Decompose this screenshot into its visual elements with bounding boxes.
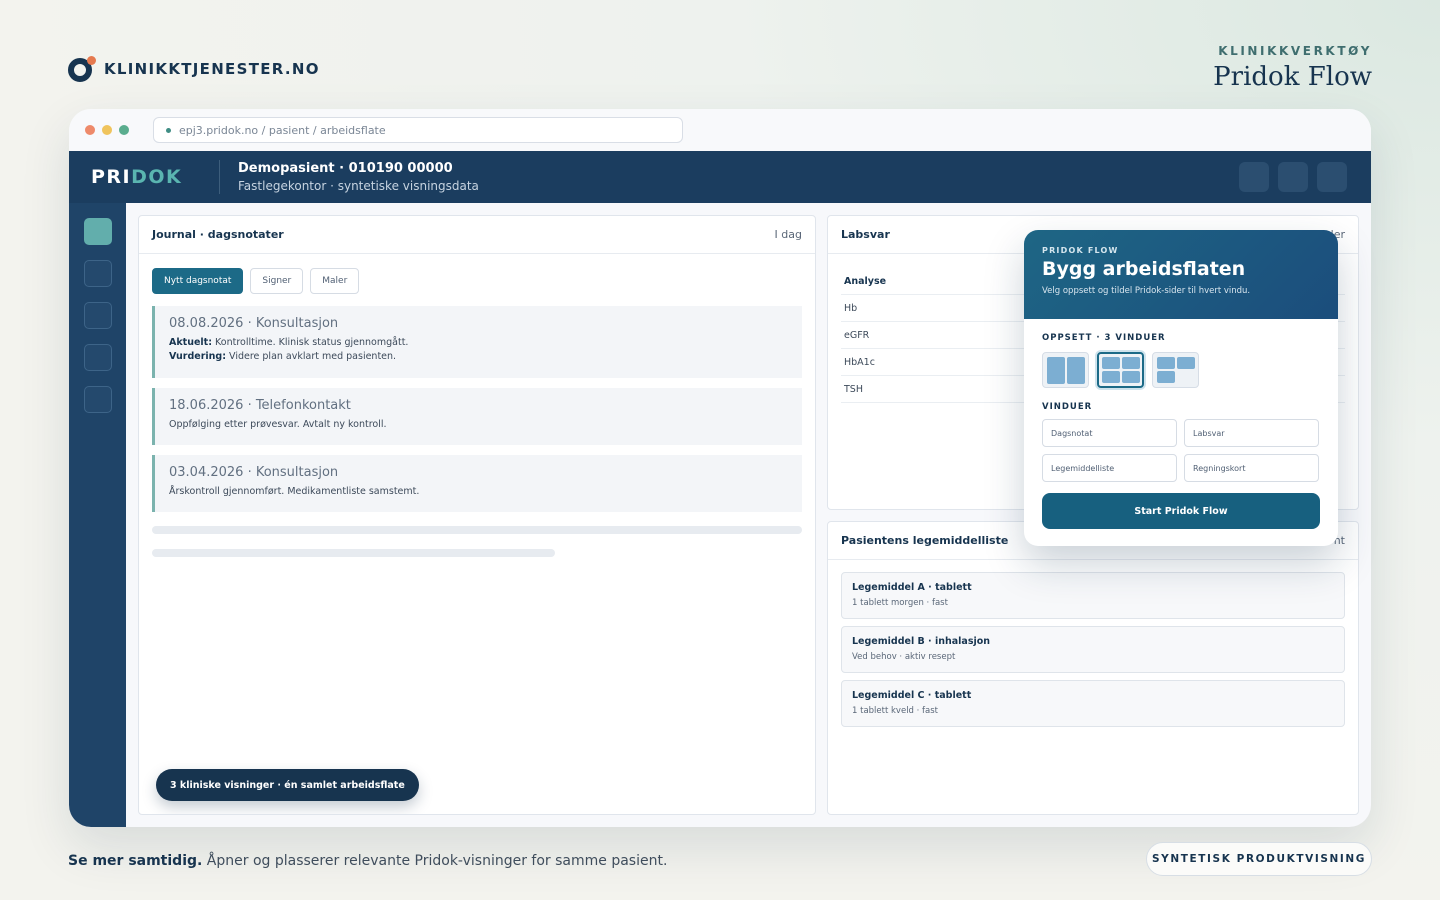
note-title: 08.08.2026 · Konsultasjon — [169, 316, 339, 331]
patient-info: Demopasient · 010190 00000 Fastlegekonto… — [238, 161, 479, 193]
medication-item[interactable]: Legemiddel B · inhalasjon Ved behov · ak… — [841, 626, 1345, 673]
dialog-subtitle: Velg oppsett og tildel Pridok-sider til … — [1042, 286, 1251, 296]
templates-button[interactable]: Maler — [310, 268, 360, 294]
medication-panel: Pasientens legemiddelliste nt Legemiddel… — [827, 521, 1359, 815]
product-header: KLINIKKVERKTØY Pridok Flow — [1213, 44, 1372, 92]
footer-text: Se mer samtidig. Åpner og plasserer rele… — [68, 853, 668, 869]
dialog-header: PRIDOK FLOW Bygg arbeidsflaten Velg opps… — [1024, 230, 1338, 319]
window-select[interactable]: Regningskort — [1184, 454, 1319, 482]
header-action-button-1[interactable] — [1239, 162, 1269, 192]
journal-panel: Journal · dagsnotater I dag Nytt dagsnot… — [138, 215, 816, 815]
minimize-dot-icon[interactable] — [102, 125, 112, 135]
medication-dosage: Ved behov · aktiv resept — [852, 652, 956, 662]
window-select[interactable]: Dagsnotat — [1042, 419, 1177, 447]
medication-name: Legemiddel A · tablett — [852, 582, 972, 593]
skeleton-line — [152, 526, 802, 534]
lab-title: Labsvar — [841, 228, 890, 241]
window-select[interactable]: Legemiddelliste — [1042, 454, 1177, 482]
journal-note[interactable]: 18.06.2026 · Telefonkontakt Oppfølging e… — [152, 388, 802, 445]
note-text: Oppfølging etter prøvesvar. Avtalt ny ko… — [169, 419, 387, 430]
patient-name: Demopasient · 010190 00000 — [238, 161, 453, 176]
layout-option-2-columns-icon[interactable] — [1042, 352, 1089, 388]
medication-item[interactable]: Legemiddel A · tablett 1 tablett morgen … — [841, 572, 1345, 619]
close-dot-icon[interactable] — [85, 125, 95, 135]
medication-name: Legemiddel C · tablett — [852, 690, 972, 701]
sidebar-item-1[interactable] — [84, 218, 112, 245]
sidebar-item-2[interactable] — [84, 260, 112, 287]
new-note-button[interactable]: Nytt dagsnotat — [152, 268, 244, 294]
medication-title: Pasientens legemiddelliste — [841, 534, 1009, 547]
brand-name: KLINIKKTJENESTER.NO — [104, 60, 320, 78]
dialog-kicker: PRIDOK FLOW — [1042, 246, 1119, 255]
sidebar-item-3[interactable] — [84, 302, 112, 329]
journal-header: Journal · dagsnotater I dag — [139, 216, 815, 254]
note-title: 03.04.2026 · Konsultasjon — [169, 465, 339, 480]
journal-title: Journal · dagsnotater — [152, 228, 284, 241]
layout-section-label: OPPSETT · 3 VINDUER — [1042, 333, 1166, 343]
header-divider — [219, 160, 220, 194]
dialog-title: Bygg arbeidsflaten — [1042, 258, 1246, 280]
url-text: epj3.pridok.no / pasient / arbeidsflate — [179, 123, 386, 137]
maximize-dot-icon[interactable] — [119, 125, 129, 135]
address-bar[interactable]: epj3.pridok.no / pasient / arbeidsflate — [153, 117, 683, 143]
patient-context: Fastlegekontor · syntetiske visningsdata — [238, 179, 479, 193]
product-title: Pridok Flow — [1213, 62, 1372, 92]
product-kicker: KLINIKKVERKTØY — [1218, 44, 1372, 58]
windows-section-label: VINDUER — [1042, 402, 1093, 412]
secure-dot-icon — [166, 127, 171, 133]
medication-item[interactable]: Legemiddel C · tablett 1 tablett kveld ·… — [841, 680, 1345, 727]
browser-chrome: epj3.pridok.no / pasient / arbeidsflate — [69, 109, 1371, 151]
summary-pill: 3 kliniske visninger · én samlet arbeids… — [156, 769, 419, 801]
journal-note[interactable]: 08.08.2026 · Konsultasjon Aktuelt: Kontr… — [152, 306, 802, 378]
brand: KLINIKKTJENESTER.NO — [68, 56, 320, 82]
sign-button[interactable]: Signer — [250, 268, 304, 294]
window-select[interactable]: Labsvar — [1184, 419, 1319, 447]
sidebar-item-5[interactable] — [84, 386, 112, 413]
medication-dosage: 1 tablett morgen · fast — [852, 598, 948, 608]
start-flow-button[interactable]: Start Pridok Flow — [1042, 493, 1320, 529]
sidebar-item-4[interactable] — [84, 344, 112, 371]
layout-option-3-windows-icon[interactable] — [1152, 352, 1199, 388]
pridok-logo[interactable]: PRIDOK — [91, 166, 219, 188]
journal-date: I dag — [774, 228, 802, 241]
app-header: PRIDOK Demopasient · 010190 00000 Fastle… — [69, 151, 1371, 203]
note-line: Aktuelt: Kontrolltime. Klinisk status gj… — [169, 337, 409, 348]
layout-option-grid-icon[interactable] — [1097, 352, 1144, 388]
header-action-button-3[interactable] — [1317, 162, 1347, 192]
brand-logo-icon — [68, 56, 96, 82]
medication-name: Legemiddel B · inhalasjon — [852, 636, 991, 647]
synthetic-badge: SYNTETISK PRODUKTVISNING — [1146, 842, 1372, 876]
note-title: 18.06.2026 · Telefonkontakt — [169, 398, 351, 413]
pridok-flow-dialog: PRIDOK FLOW Bygg arbeidsflaten Velg opps… — [1024, 230, 1338, 546]
journal-note[interactable]: 03.04.2026 · Konsultasjon Årskontroll gj… — [152, 455, 802, 512]
note-line: Vurdering: Videre plan avklart med pasie… — [169, 351, 397, 362]
sidebar — [69, 203, 126, 827]
medication-dosage: 1 tablett kveld · fast — [852, 706, 939, 716]
note-text: Årskontroll gjennomført. Medikamentliste… — [169, 486, 420, 497]
skeleton-line — [152, 549, 555, 557]
header-action-button-2[interactable] — [1278, 162, 1308, 192]
